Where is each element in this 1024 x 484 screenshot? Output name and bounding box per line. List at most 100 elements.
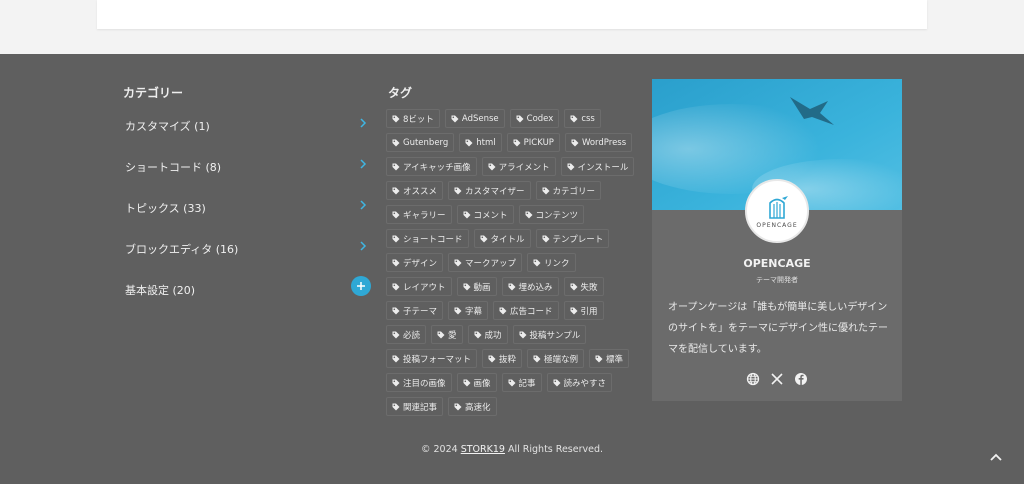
tag-link[interactable]: 動画: [456, 277, 497, 296]
tag-link[interactable]: 投稿フォーマット: [386, 349, 478, 368]
tag-link[interactable]: 字幕: [448, 301, 489, 320]
tag-link[interactable]: マークアップ: [448, 253, 523, 272]
tag-link[interactable]: 画像: [456, 373, 497, 392]
tag-icon: [533, 355, 541, 362]
tag-link[interactable]: 投稿サンプル: [512, 325, 587, 344]
tag-link[interactable]: 抜粋: [482, 349, 523, 368]
tag-icon: [499, 307, 507, 314]
tag-link[interactable]: デザイン: [386, 253, 444, 272]
tag-link[interactable]: 子テーマ: [386, 301, 444, 320]
tag-link[interactable]: AdSense: [444, 109, 505, 128]
tag-link[interactable]: アライメント: [481, 157, 556, 176]
tag-link[interactable]: 高速化: [448, 397, 497, 416]
globe-icon[interactable]: [746, 371, 760, 386]
tag-label: コメント: [473, 210, 508, 221]
tag-icon: [463, 379, 471, 386]
tag-link[interactable]: コンテンツ: [518, 205, 585, 224]
tag-icon: [392, 283, 400, 290]
logo-text: OPENCAGE: [756, 221, 798, 229]
tag-link[interactable]: Gutenberg: [386, 133, 455, 152]
tag-link[interactable]: テンプレート: [535, 229, 610, 248]
tag-link[interactable]: レイアウト: [386, 277, 452, 296]
tag-label: ギャラリー: [403, 210, 446, 221]
tag-link[interactable]: 記事: [501, 373, 542, 392]
tag-icon: [392, 331, 400, 338]
profile-role: テーマ開発者: [756, 276, 798, 284]
tag-link[interactable]: 埋め込み: [501, 277, 559, 296]
tag-link[interactable]: 注目の画像: [386, 373, 452, 392]
tag-label: 成功: [484, 330, 502, 341]
tag-link[interactable]: css: [564, 109, 601, 128]
tag-link[interactable]: PICKUP: [506, 133, 560, 152]
tag-icon: [451, 115, 459, 122]
tag-link[interactable]: WordPress: [564, 133, 633, 152]
tag-link[interactable]: オススメ: [386, 181, 444, 200]
tag-link[interactable]: 必読: [386, 325, 427, 344]
tag-link[interactable]: 読みやすさ: [546, 373, 613, 392]
tag-link[interactable]: html: [459, 133, 502, 152]
facebook-icon[interactable]: [794, 371, 808, 385]
chevron-right-icon: [360, 241, 367, 251]
tag-link[interactable]: 愛: [431, 325, 463, 344]
tag-label: 抜粋: [499, 354, 517, 365]
tag-link[interactable]: Codex: [509, 109, 560, 128]
tag-icon: [392, 307, 400, 314]
tag-link[interactable]: 引用: [563, 301, 604, 320]
site-link[interactable]: STORK19: [461, 444, 505, 455]
category-item[interactable]: 基本設定 (20): [125, 276, 371, 317]
tag-link[interactable]: タイトル: [473, 229, 531, 248]
tag-label: リンク: [544, 258, 570, 269]
tag-link[interactable]: コメント: [456, 205, 514, 224]
tag-icon: [392, 163, 400, 170]
tag-label: 引用: [580, 306, 598, 317]
tag-label: カテゴリー: [552, 186, 596, 197]
tag-link[interactable]: 標準: [589, 349, 630, 368]
tag-link[interactable]: カテゴリー: [535, 181, 602, 200]
tag-link[interactable]: アイキャッチ画像: [386, 157, 477, 176]
tag-link[interactable]: 失敗: [563, 277, 604, 296]
tag-label: html: [476, 137, 496, 148]
category-list: カスタマイズ (1) ショートコード (8) トピックス (33) ブロックエデ…: [125, 112, 371, 317]
tag-icon: [392, 355, 400, 362]
tag-icon: [392, 115, 400, 122]
tag-link[interactable]: 成功: [467, 325, 508, 344]
tag-label: 読みやすさ: [563, 378, 607, 389]
copyright: © 2024 STORK19 All Rights Reserved.: [0, 444, 1024, 455]
tag-icon: [525, 211, 533, 218]
tag-icon: [516, 115, 524, 122]
tag-link[interactable]: ショートコード: [386, 229, 469, 248]
category-item[interactable]: ショートコード (8): [125, 153, 371, 194]
tag-label: オススメ: [403, 186, 438, 197]
category-label: カスタマイズ (1): [125, 120, 210, 133]
x-icon[interactable]: [770, 371, 784, 385]
tag-link[interactable]: ギャラリー: [386, 205, 452, 224]
category-item[interactable]: カスタマイズ (1): [125, 112, 371, 153]
tag-label: 8ビット: [403, 114, 434, 125]
chevron-right-icon: [360, 118, 367, 128]
tag-label: 高速化: [465, 402, 491, 413]
expand-plus-icon[interactable]: [351, 276, 371, 296]
tag-label: アライメント: [498, 162, 550, 173]
tag-link[interactable]: 8ビット: [386, 109, 440, 128]
scroll-to-top-icon[interactable]: [989, 451, 1003, 463]
category-item[interactable]: トピックス (33): [125, 194, 371, 235]
tag-label: 標準: [606, 354, 624, 365]
tag-label: タイトル: [490, 234, 525, 245]
category-item[interactable]: ブロックエディタ (16): [125, 235, 371, 276]
tag-icon: [474, 331, 482, 338]
tag-link[interactable]: リンク: [527, 253, 576, 272]
tag-link[interactable]: インストール: [560, 157, 635, 176]
tag-label: コンテンツ: [535, 210, 579, 221]
tag-link[interactable]: 極端な例: [527, 349, 585, 368]
tag-icon: [465, 139, 473, 146]
page-top-area: [0, 0, 1024, 54]
tag-icon: [508, 283, 516, 290]
tag-icon: [392, 403, 400, 410]
tag-label: レイアウト: [403, 282, 446, 293]
tag-label: テンプレート: [552, 234, 604, 245]
tag-link[interactable]: カスタマイザー: [448, 181, 531, 200]
tag-link[interactable]: 広告コード: [493, 301, 559, 320]
tag-icon: [392, 139, 400, 146]
tag-link[interactable]: 関連記事: [386, 397, 444, 416]
profile-description: オープンケージは「誰もが簡単に美しいデザインのサイトを」をテーマにデザイン性に優…: [668, 302, 888, 355]
